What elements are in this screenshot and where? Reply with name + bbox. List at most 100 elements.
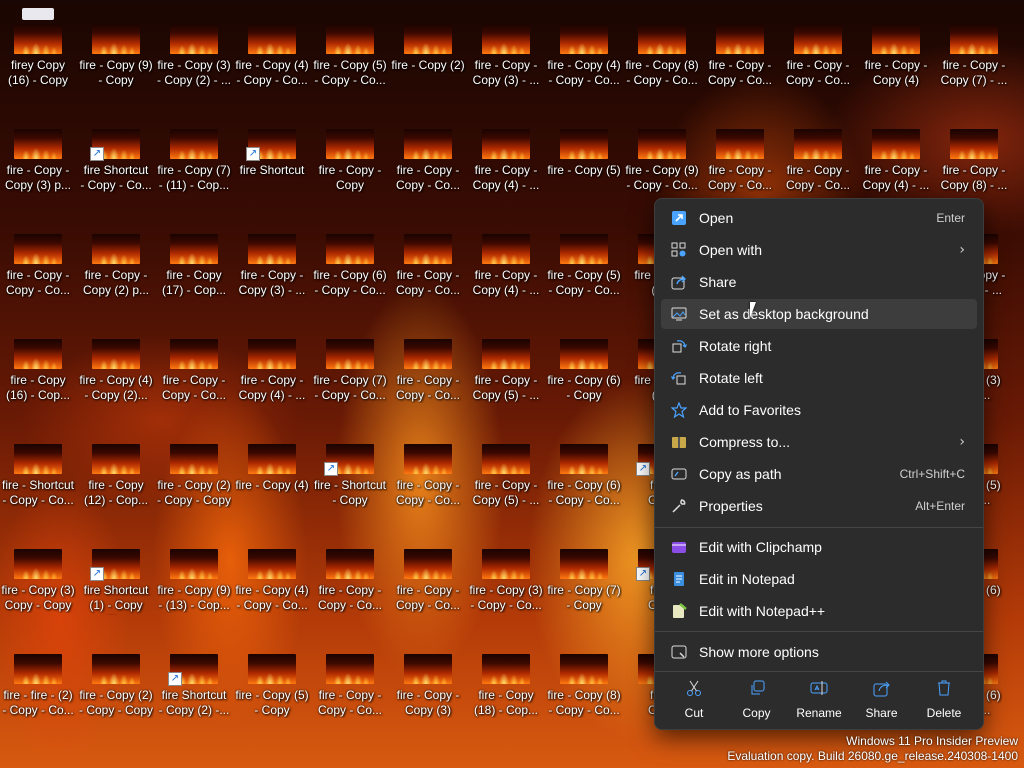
shortcut-arrow-icon: ↗: [636, 567, 650, 581]
desktop-file-icon[interactable]: fire - Copy - Copy (5) - ...: [468, 420, 544, 520]
fire-image-thumbnail: [170, 549, 218, 579]
desktop-file-icon[interactable]: fire - Copy (4) - Copy - Co...: [234, 0, 310, 100]
desktop-file-icon[interactable]: fire - Copy (8) - Copy - Co...: [624, 0, 700, 100]
desktop-file-icon[interactable]: fire - Copy (9) - Copy: [78, 0, 154, 100]
menu-separator: [655, 631, 983, 632]
fire-image-thumbnail: [404, 444, 452, 474]
desktop-file-icon[interactable]: fire - Copy - Copy - Co...: [312, 525, 388, 625]
desktop-file-icon[interactable]: fire - Copy - Copy - Co...: [702, 105, 778, 205]
desktop-file-icon[interactable]: fire - Copy (12) - Cop...: [78, 420, 154, 520]
menu-item-compress[interactable]: Compress to... ›: [661, 427, 977, 457]
copy-button[interactable]: Copy: [728, 673, 786, 725]
fire-image-thumbnail: [248, 444, 296, 474]
menu-item-properties[interactable]: Properties Alt+Enter: [661, 491, 977, 521]
desktop-file-icon[interactable]: fire - Shortcut - Copy - Co...: [0, 420, 76, 520]
desktop-file-icon[interactable]: ↗ fire Shortcut - Copy - Co...: [78, 105, 154, 205]
desktop-file-icon[interactable]: fire - Copy (3) - Copy - Co...: [468, 525, 544, 625]
desktop-file-icon[interactable]: fire - Copy (18) - Cop...: [468, 630, 544, 730]
desktop-file-icon[interactable]: fire - Copy (6) - Copy - Co...: [546, 420, 622, 520]
desktop-file-icon[interactable]: ↗ fire Shortcut (1) - Copy (3)...: [78, 525, 154, 625]
delete-button[interactable]: Delete: [915, 673, 973, 725]
desktop-file-icon[interactable]: fire - Copy (16) - Cop...: [0, 315, 76, 415]
desktop-file-label: fire - Copy (3) Copy - Copy: [1, 583, 75, 612]
desktop-file-icon[interactable]: fire - Copy - Copy (3): [390, 630, 466, 730]
desktop-file-icon[interactable]: fire - Copy - Copy - Co...: [312, 630, 388, 730]
desktop-file-icon[interactable]: fire - Copy (17) - Cop...: [156, 210, 232, 310]
desktop-file-icon[interactable]: fire - Copy (7) - Copy - Co...: [312, 315, 388, 415]
desktop-file-icon[interactable]: fire - Copy (5) - Copy: [234, 630, 310, 730]
desktop-file-icon[interactable]: fire - fire - (2) - Copy - Co...: [0, 630, 76, 730]
desktop-file-icon[interactable]: ↗ fire - Shortcut - Copy: [312, 420, 388, 520]
fire-image-thumbnail: [248, 339, 296, 369]
desktop-file-icon[interactable]: fire - Copy - Copy (5) - ...: [468, 315, 544, 415]
share-button[interactable]: Share: [853, 673, 911, 725]
desktop-file-icon[interactable]: fire - Copy - Copy - Co...: [390, 315, 466, 415]
desktop-file-icon[interactable]: ↗ fire Shortcut: [234, 105, 310, 205]
menu-item-add-to-favorites[interactable]: Add to Favorites: [661, 395, 977, 425]
desktop-file-icon[interactable]: fire - Copy - Copy (4) - ...: [468, 105, 544, 205]
desktop-file-icon[interactable]: fire - Copy (5) - Copy - Co...: [546, 210, 622, 310]
fire-image-thumbnail: [326, 24, 374, 54]
fire-image-thumbnail: ↗: [90, 549, 140, 581]
desktop-file-icon[interactable]: fire - Copy - Copy - Co...: [780, 105, 856, 205]
desktop-file-icon[interactable]: fire - Copy (2): [390, 0, 466, 100]
menu-item-set-desktop-background[interactable]: Set as desktop background: [661, 299, 977, 329]
desktop-file-icon[interactable]: fire - Copy - Copy: [312, 105, 388, 205]
desktop-file-label: fire - Copy - Copy (4) - ...: [472, 163, 540, 192]
desktop-file-icon[interactable]: fire - Copy - Copy - Co...: [390, 210, 466, 310]
rename-button[interactable]: Rename: [790, 673, 848, 725]
desktop-file-icon[interactable]: fire - Copy (4) - Copy (2)...: [78, 315, 154, 415]
menu-item-copy-as-path[interactable]: Copy as path Ctrl+Shift+C: [661, 459, 977, 489]
desktop-file-icon[interactable]: fire - Copy (4) - Copy - Co...: [546, 0, 622, 100]
desktop-file-icon[interactable]: fire - Copy - Copy (3) - ...: [234, 210, 310, 310]
desktop-file-icon[interactable]: fire - Copy - Copy - Co...: [390, 525, 466, 625]
desktop-file-icon[interactable]: fire - Copy - Copy (2) p...: [78, 210, 154, 310]
desktop-file-icon[interactable]: fire - Copy - Copy (3) p...: [0, 105, 76, 205]
desktop-file-icon[interactable]: fire - Copy - Copy (4) - ...: [234, 315, 310, 415]
menu-item-open[interactable]: Open Enter: [661, 203, 977, 233]
desktop-file-icon[interactable]: fire - Copy - Copy (8) - ...: [936, 105, 1012, 205]
desktop-file-icon[interactable]: fire - Copy (9) - Copy - Co...: [624, 105, 700, 205]
menu-item-open-with[interactable]: Open with ›: [661, 235, 977, 265]
desktop-file-icon[interactable]: firey Copy (16) - Copy: [0, 0, 76, 100]
desktop-file-label: fire - Copy - Copy - Co...: [5, 268, 71, 297]
desktop-file-icon[interactable]: fire - Copy (8) - Copy - Co...: [546, 630, 622, 730]
shortcut-arrow-icon: ↗: [324, 462, 338, 476]
desktop-file-icon[interactable]: fire - Copy - Copy - Co...: [390, 420, 466, 520]
fire-image-thumbnail: [92, 654, 140, 684]
fire-image-thumbnail: [14, 24, 62, 54]
desktop-file-icon[interactable]: fire - Copy (7) - Copy: [546, 525, 622, 625]
desktop-file-icon[interactable]: ↗ fire Shortcut - Copy (2) -...: [156, 630, 232, 730]
desktop-file-icon[interactable]: fire - Copy (4) - Copy - Co...: [234, 525, 310, 625]
desktop-file-icon[interactable]: fire - Copy - Copy (3) - ...: [468, 0, 544, 100]
menu-item-shortcut: Ctrl+Shift+C: [899, 467, 965, 481]
menu-item-rotate-right[interactable]: Rotate right: [661, 331, 977, 361]
desktop-file-icon[interactable]: fire - Copy (5) - Copy - Co...: [312, 0, 388, 100]
desktop-file-icon[interactable]: fire - Copy - Copy - Co...: [780, 0, 856, 100]
menu-item-rotate-left[interactable]: Rotate left: [661, 363, 977, 393]
desktop-file-icon[interactable]: fire - Copy - Copy (4) - ...: [858, 105, 934, 205]
desktop-file-icon[interactable]: fire - Copy (2) - Copy - Copy: [78, 630, 154, 730]
desktop-file-icon[interactable]: fire - Copy - Copy - Co...: [702, 0, 778, 100]
desktop-file-icon[interactable]: fire - Copy (7) - (11) - Cop...: [156, 105, 232, 205]
menu-item-edit-with-clipchamp[interactable]: Edit with Clipchamp: [661, 532, 977, 562]
desktop-file-icon[interactable]: fire - Copy (4): [234, 420, 310, 520]
desktop-file-icon[interactable]: fire - Copy - Copy - Co...: [390, 105, 466, 205]
desktop-file-icon[interactable]: fire - Copy - Copy - Co...: [0, 210, 76, 310]
desktop-file-icon[interactable]: fire - Copy (3) Copy - Copy: [0, 525, 76, 625]
desktop-file-icon[interactable]: fire - Copy - Copy (7) - ...: [936, 0, 1012, 100]
menu-item-edit-with-notepadpp[interactable]: Edit with Notepad++: [661, 596, 977, 626]
desktop-file-icon[interactable]: fire - Copy - Copy - Co...: [156, 315, 232, 415]
desktop-file-icon[interactable]: fire - Copy (6) - Copy - Co...: [312, 210, 388, 310]
desktop-file-icon[interactable]: fire - Copy (6) - Copy: [546, 315, 622, 415]
menu-item-share[interactable]: Share: [661, 267, 977, 297]
desktop-file-icon[interactable]: fire - Copy (5): [546, 105, 622, 205]
desktop-file-icon[interactable]: fire - Copy (3) - Copy (2) - ...: [156, 0, 232, 100]
desktop-file-icon[interactable]: fire - Copy - Copy (4): [858, 0, 934, 100]
desktop-file-icon[interactable]: fire - Copy (9) - (13) - Cop...: [156, 525, 232, 625]
menu-item-edit-in-notepad[interactable]: Edit in Notepad: [661, 564, 977, 594]
desktop-file-icon[interactable]: fire - Copy - Copy (4) - ...: [468, 210, 544, 310]
desktop-file-icon[interactable]: fire - Copy (2) - Copy - Copy: [156, 420, 232, 520]
menu-item-show-more-options[interactable]: Show more options: [661, 637, 977, 667]
cut-button[interactable]: Cut: [665, 673, 723, 725]
